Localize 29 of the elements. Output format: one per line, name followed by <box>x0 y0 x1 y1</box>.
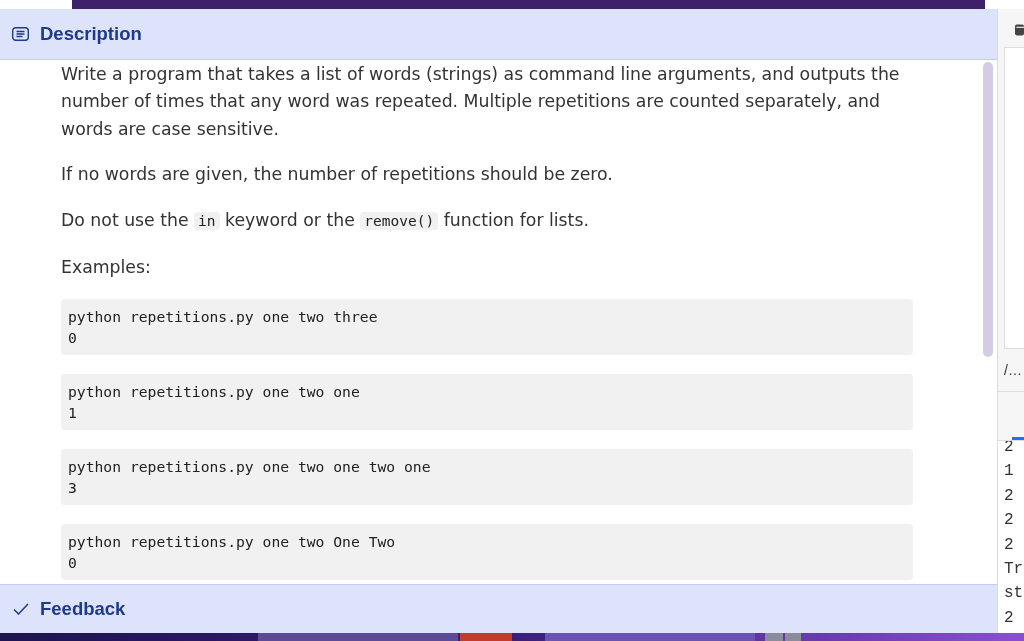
code-block: python repetitions.py one two One Two 0 <box>61 523 913 580</box>
description-paragraph: Do not use the in keyword or the remove() function for lists. <box>61 209 590 233</box>
notes-icon <box>12 27 29 41</box>
description-paragraph: Write a program that takes a list of words (strings) as command line arguments, and outputs the number of times that any word was repeated. Multiple repetitions are counted separately, and words are case sensitive. <box>61 63 901 141</box>
output-line: 2 <box>1004 534 1015 556</box>
code-block: python repetitions.py one two three 0 <box>61 298 913 355</box>
feedback-header[interactable]: Feedback <box>0 584 997 633</box>
tab-underline <box>1012 437 1024 440</box>
scrollbar-thumb[interactable] <box>983 62 993 357</box>
code-block: python repetitions.py one two one two one 3 <box>61 448 913 505</box>
description-title: Description <box>40 22 142 47</box>
check-icon <box>13 603 29 615</box>
taskbar-item[interactable] <box>785 633 801 641</box>
taskbar-item[interactable] <box>545 633 755 641</box>
output-line: 2 <box>1004 485 1015 507</box>
output-line: 2 <box>1004 510 1015 532</box>
taskbar-item[interactable] <box>258 633 458 641</box>
output-line: 2 <box>1004 607 1015 629</box>
description-paragraph: Examples: <box>61 256 152 279</box>
taskbar-item[interactable] <box>765 633 783 641</box>
output-line: Tr <box>1004 559 1024 581</box>
output-line: 2 <box>1004 441 1015 458</box>
feedback-title: Feedback <box>40 597 126 622</box>
path-label: /… <box>1004 360 1022 380</box>
description-paragraph: If no words are given, the number of repetitions should be zero. <box>61 163 614 187</box>
output-line: 1 <box>1004 461 1015 483</box>
code-block: python repetitions.py one two one 1 <box>61 373 913 430</box>
taskbar-item[interactable] <box>460 633 512 641</box>
output-line: st <box>1004 583 1024 605</box>
